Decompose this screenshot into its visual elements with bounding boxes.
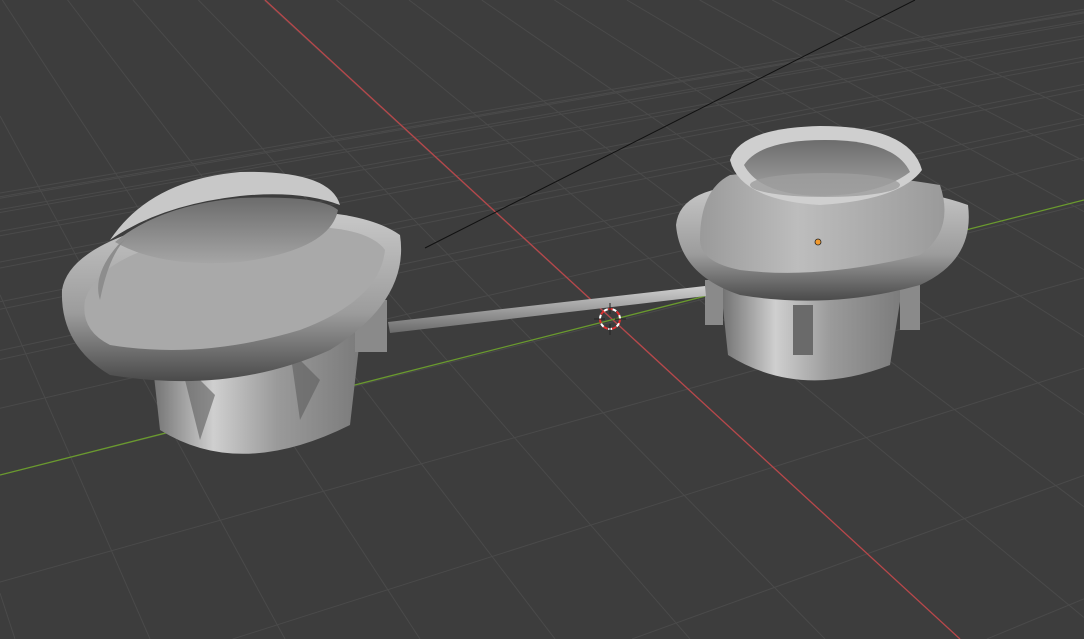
connecting-rod[interactable] (388, 286, 706, 333)
viewport-canvas[interactable] (0, 0, 1084, 639)
object-origin-icon[interactable] (814, 238, 822, 246)
left-cup[interactable] (61, 171, 402, 454)
grid-line (0, 20, 1084, 210)
3d-viewport[interactable] (0, 0, 1084, 639)
grid-line (232, 367, 1084, 639)
grid-line (631, 474, 1084, 639)
grid-line (0, 592, 16, 639)
